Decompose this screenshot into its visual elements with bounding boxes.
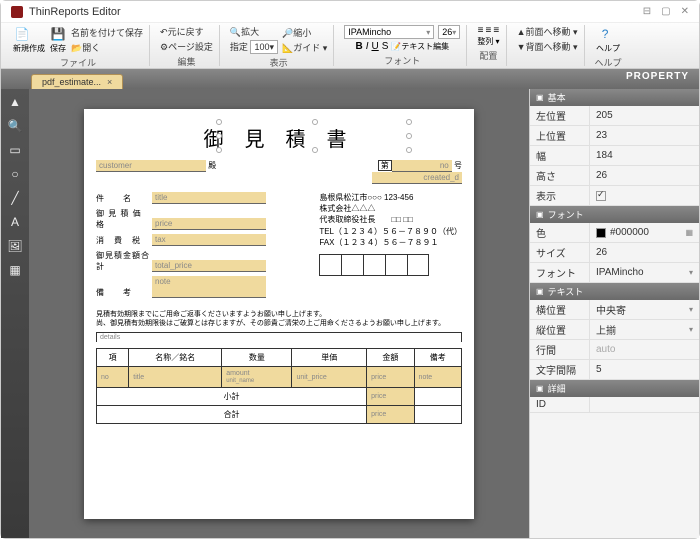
- image-tool[interactable]: 🖼: [7, 239, 23, 253]
- company-address: 島根県松江市○○○ 123-456株式会社△△△代表取締役社長 □□ □□ TE…: [319, 192, 462, 302]
- field-created[interactable]: created_d: [372, 172, 462, 184]
- align-button[interactable]: 整列 ▾: [477, 36, 499, 47]
- minimize-icon[interactable]: ⊟: [643, 6, 651, 17]
- prop-lineheight-input[interactable]: auto: [590, 340, 699, 359]
- text-tool[interactable]: A: [7, 215, 23, 229]
- line-tool[interactable]: ╱: [7, 191, 23, 205]
- align-left-icon[interactable]: ≡: [478, 25, 484, 36]
- strike-button[interactable]: S: [382, 41, 389, 52]
- close-icon[interactable]: ✕: [681, 6, 689, 17]
- field-title[interactable]: title: [152, 192, 266, 204]
- app-title: ThinReports Editor: [29, 6, 121, 18]
- app-logo: [11, 6, 23, 18]
- field-price[interactable]: price: [152, 218, 266, 230]
- prop-size-input[interactable]: 26: [590, 243, 699, 262]
- prop-font-select[interactable]: IPAMincho▾: [590, 263, 699, 282]
- details-table[interactable]: 項名称／銘名数量単価金額備考 notitleamountunit_nameuni…: [96, 348, 462, 424]
- text-edit-button[interactable]: 📝テキスト編集: [391, 41, 449, 52]
- page: 御 見 積 書 customer 殿 第no 号 created_d 件 名ti…: [84, 109, 474, 519]
- prop-valign-select[interactable]: 上揃▾: [590, 320, 699, 339]
- zoom-select[interactable]: 100 ▾: [250, 40, 278, 54]
- field-tax[interactable]: tax: [152, 234, 266, 246]
- select-tool[interactable]: ▲: [7, 95, 23, 109]
- underline-button[interactable]: U: [371, 41, 378, 52]
- prop-id-input[interactable]: [590, 397, 699, 412]
- field-total[interactable]: total_price: [152, 260, 266, 272]
- field-note[interactable]: note: [152, 276, 266, 298]
- prop-show-checkbox[interactable]: [596, 191, 606, 201]
- save-icon[interactable]: 💾: [49, 25, 67, 43]
- undo-button[interactable]: ↶元に戻す: [160, 25, 213, 38]
- rect-tool[interactable]: ▭: [7, 143, 23, 157]
- font-select[interactable]: IPAMincho▾: [344, 25, 434, 39]
- move-back-button[interactable]: ▼背面へ移動 ▾: [517, 40, 578, 53]
- seal-boxes: [319, 254, 462, 276]
- zoom-out-button[interactable]: 🔎縮小: [282, 26, 327, 39]
- maximize-icon[interactable]: ▢: [661, 6, 670, 17]
- move-front-button[interactable]: ▲前面へ移動 ▾: [517, 25, 578, 38]
- zoom-tool[interactable]: 🔍: [7, 119, 23, 133]
- help-icon[interactable]: ?: [596, 25, 614, 43]
- property-header: PROPERTY: [626, 71, 689, 82]
- field-no[interactable]: no: [392, 160, 452, 172]
- prop-color-input[interactable]: #000000▦: [590, 223, 699, 242]
- new-icon[interactable]: 📄: [13, 25, 31, 43]
- tab-close-icon[interactable]: ×: [107, 77, 112, 87]
- field-customer[interactable]: customer: [96, 160, 206, 172]
- note-text: 見積有効期限までにご用命ご返事くださいますようお願い申し上げます。尚、御見積有効…: [96, 310, 462, 328]
- prop-width-input[interactable]: 184: [590, 146, 699, 165]
- prop-letterspacing-input[interactable]: 5: [590, 360, 699, 379]
- prop-left-input[interactable]: 205: [590, 106, 699, 125]
- prop-top-input[interactable]: 23: [590, 126, 699, 145]
- canvas[interactable]: 御 見 積 書 customer 殿 第no 号 created_d 件 名ti…: [29, 89, 529, 538]
- property-panel: 基本 左位置205 上位置23 幅184 高さ26 表示 フォント 色#0000…: [529, 89, 699, 538]
- left-toolbar: ▲ 🔍 ▭ ○ ╱ A 🖼 ▦: [1, 89, 29, 538]
- font-size-select[interactable]: 26▾: [438, 25, 460, 39]
- list-tool[interactable]: ▦: [7, 263, 23, 277]
- italic-button[interactable]: I: [366, 41, 369, 52]
- prop-height-input[interactable]: 26: [590, 166, 699, 185]
- save-as-button[interactable]: 名前を付けて保存: [71, 26, 143, 39]
- prop-halign-select[interactable]: 中央寄▾: [590, 300, 699, 319]
- align-right-icon[interactable]: ≡: [493, 25, 499, 36]
- guide-button[interactable]: 📐ガイド ▾: [282, 41, 327, 54]
- align-center-icon[interactable]: ≡: [486, 25, 492, 36]
- zoom-in-button[interactable]: 🔍拡大: [230, 25, 278, 38]
- ellipse-tool[interactable]: ○: [7, 167, 23, 181]
- page-settings-button[interactable]: ⚙ページ設定: [160, 40, 213, 53]
- bold-button[interactable]: B: [355, 41, 362, 52]
- open-button[interactable]: 📂開く: [71, 41, 143, 54]
- document-tab[interactable]: pdf_estimate...×: [31, 74, 123, 89]
- ribbon: 📄新規作成 💾保存 名前を付けて保存 📂開く ファイル ↶元に戻す ⚙ページ設定…: [1, 23, 699, 69]
